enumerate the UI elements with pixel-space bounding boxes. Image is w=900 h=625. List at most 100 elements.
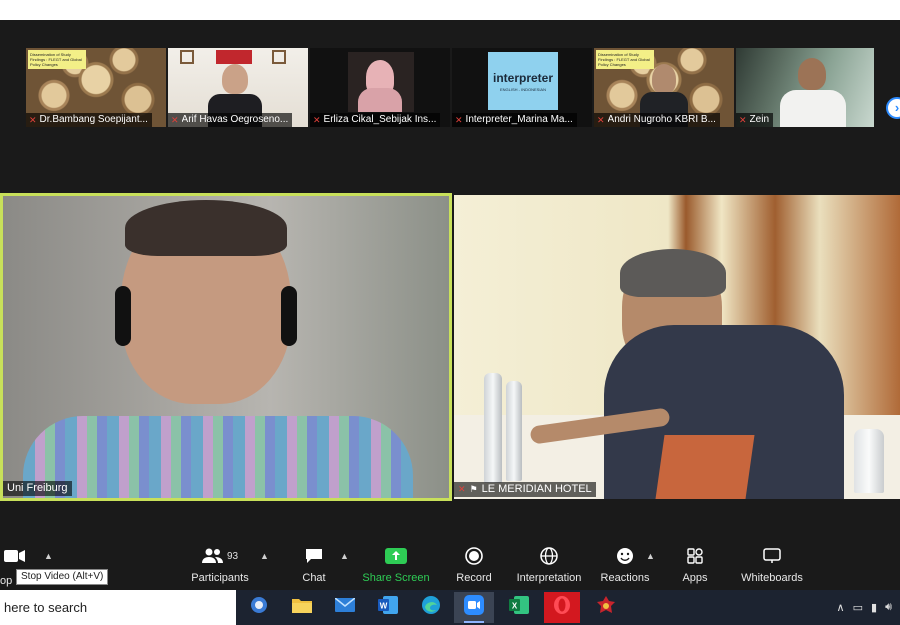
taskbar-mail-button[interactable] <box>325 592 365 623</box>
wall-frame <box>216 50 252 64</box>
search-placeholder: here to search <box>4 600 88 615</box>
speaker-hair <box>125 200 287 256</box>
reactions-label: Reactions <box>600 572 650 584</box>
smiley-icon <box>616 545 634 567</box>
participant-thumbnail[interactable]: ✕ Zein <box>736 48 874 127</box>
volume-icon[interactable]: 🔊︎ <box>885 601 892 614</box>
system-tray: ∧ ▭ ▮ 🔊︎ <box>837 590 892 625</box>
pin-icon: ⚑ <box>469 484 478 494</box>
mic-muted-icon: ✕ <box>171 115 179 125</box>
taskbar-app-button[interactable] <box>239 592 279 623</box>
network-icon[interactable]: ▭ <box>853 601 863 614</box>
mic-muted-icon: ✕ <box>597 115 605 125</box>
chevron-right-icon: › <box>894 100 900 115</box>
participant-name-tag: ✕ Interpreter_Marina Ma... <box>452 113 577 127</box>
participant-name: Interpreter_Marina Ma... <box>465 114 573 125</box>
participant-hair <box>620 249 726 297</box>
participants-button[interactable]: 93 Participants <box>190 545 250 590</box>
reactions-options-caret[interactable]: ▲ <box>646 551 655 561</box>
taskbar-zoom-button[interactable] <box>454 592 494 623</box>
mic-muted-icon: ✕ <box>455 115 463 125</box>
share-screen-icon <box>385 545 407 567</box>
slide-text: Dissemination of Study Findings : FLEGT … <box>28 50 86 69</box>
taskbar-word-button[interactable]: W <box>368 592 408 623</box>
chat-label: Chat <box>302 572 326 584</box>
reactions-button[interactable]: Reactions <box>600 545 650 590</box>
taskbar-search-box[interactable]: here to search <box>0 590 236 625</box>
interpreter-logo: interpreter ENGLISH - INDONESIAN <box>488 52 558 110</box>
participant-name: Erliza Cikal_Sebijak Ins... <box>323 114 437 125</box>
speaker-shirt <box>23 416 413 498</box>
participant-video[interactable]: ✕ ⚑ LE MERIDIAN HOTEL <box>454 195 900 499</box>
stop-video-tooltip: Stop Video (Alt+V) <box>16 569 109 585</box>
share-screen-button[interactable]: Share Screen <box>362 545 430 590</box>
chat-icon <box>305 545 323 567</box>
participant-name-tag: ✕ Dr.Bambang Soepijant... <box>26 113 152 127</box>
taskbar-excel-button[interactable]: X <box>499 592 539 623</box>
show-hidden-icons-icon[interactable]: ∧ <box>837 601 845 614</box>
apps-button[interactable]: Apps <box>680 545 710 590</box>
svg-text:X: X <box>512 602 518 611</box>
record-icon <box>465 545 483 567</box>
participant-thumbnail[interactable]: ✕ Erliza Cikal_Sebijak Ins... <box>310 48 450 127</box>
participant-name-tag: ✕ Zein <box>736 113 773 127</box>
zoom-icon <box>464 595 484 620</box>
mic-muted-icon: ✕ <box>29 115 37 125</box>
meeting-controls: ▲ 93 Participants ▲ Chat ▲ Share Screen … <box>0 545 900 590</box>
mic-muted-icon: ✕ <box>739 115 747 125</box>
windows-taskbar: here to search W X ∧ ▭ ▮ 🔊︎ <box>0 590 900 625</box>
interpretation-button[interactable]: Interpretation <box>514 545 584 590</box>
headset-left <box>115 286 131 346</box>
taskbar-edge-button[interactable] <box>411 592 451 623</box>
stop-video-label: op <box>0 575 13 587</box>
participant-name-tag: ✕ Andri Nugroho KBRI B... <box>594 113 720 127</box>
participant-thumbnail[interactable]: Dissemination of Study Findings : FLEGT … <box>594 48 734 127</box>
participant-body <box>358 88 402 112</box>
apps-label: Apps <box>682 572 708 584</box>
participant-face <box>652 64 676 94</box>
participant-thumbnail[interactable]: Dissemination of Study Findings : FLEGT … <box>26 48 166 127</box>
interpretation-label: Interpretation <box>516 572 582 584</box>
record-button[interactable]: Record <box>454 545 494 590</box>
whiteboards-button[interactable]: Whiteboards <box>740 545 804 590</box>
video-name-tag: Uni Freiburg <box>3 481 72 496</box>
edge-icon <box>421 595 441 620</box>
apps-icon <box>687 545 703 567</box>
participant-thumbnail[interactable]: ✕ Arif Havas Oegroseno... <box>168 48 308 127</box>
participant-count: 93 <box>226 550 239 562</box>
battery-icon[interactable]: ▮ <box>871 601 877 614</box>
participant-name: Uni Freiburg <box>7 482 68 494</box>
mic-muted-icon: ✕ <box>313 115 321 125</box>
participant-thumbnail[interactable]: interpreter ENGLISH - INDONESIAN ✕ Inter… <box>452 48 592 127</box>
laptop <box>655 435 755 499</box>
wall-frame <box>180 50 194 64</box>
logo-title: interpreter <box>492 70 554 85</box>
active-speaker-video[interactable]: Uni Freiburg <box>0 193 452 501</box>
video-camera-icon <box>4 545 26 567</box>
svg-text:W: W <box>380 602 388 611</box>
participant-name: Zein <box>749 114 769 125</box>
taskbar-game-button[interactable] <box>586 592 626 623</box>
participants-options-caret[interactable]: ▲ <box>260 551 269 561</box>
participants-icon <box>201 548 223 563</box>
chat-button[interactable]: Chat <box>298 545 330 590</box>
window-top-bar <box>0 0 900 20</box>
participant-name: LE MERIDIAN HOTEL <box>481 483 592 495</box>
game-icon <box>596 595 616 620</box>
participant-face <box>222 64 248 94</box>
participant-strip: Dissemination of Study Findings : FLEGT … <box>26 48 876 128</box>
participants-label: Participants <box>191 572 249 584</box>
taskbar-file-explorer-button[interactable] <box>282 592 322 623</box>
video-options-caret[interactable]: ▲ <box>44 551 53 561</box>
active-app-indicator <box>464 621 484 623</box>
taskbar-opera-button[interactable] <box>544 592 580 623</box>
record-label: Record <box>456 572 492 584</box>
opera-icon <box>553 595 571 620</box>
chat-options-caret[interactable]: ▲ <box>340 551 349 561</box>
globe-icon <box>540 545 558 567</box>
slide-text: Dissemination of Study Findings : FLEGT … <box>596 50 654 69</box>
participant-name: Andri Nugroho KBRI B... <box>607 114 716 125</box>
file-explorer-icon <box>292 597 312 618</box>
video-name-tag: ✕ ⚑ LE MERIDIAN HOTEL <box>454 482 596 497</box>
participant-name: Dr.Bambang Soepijant... <box>39 114 148 125</box>
